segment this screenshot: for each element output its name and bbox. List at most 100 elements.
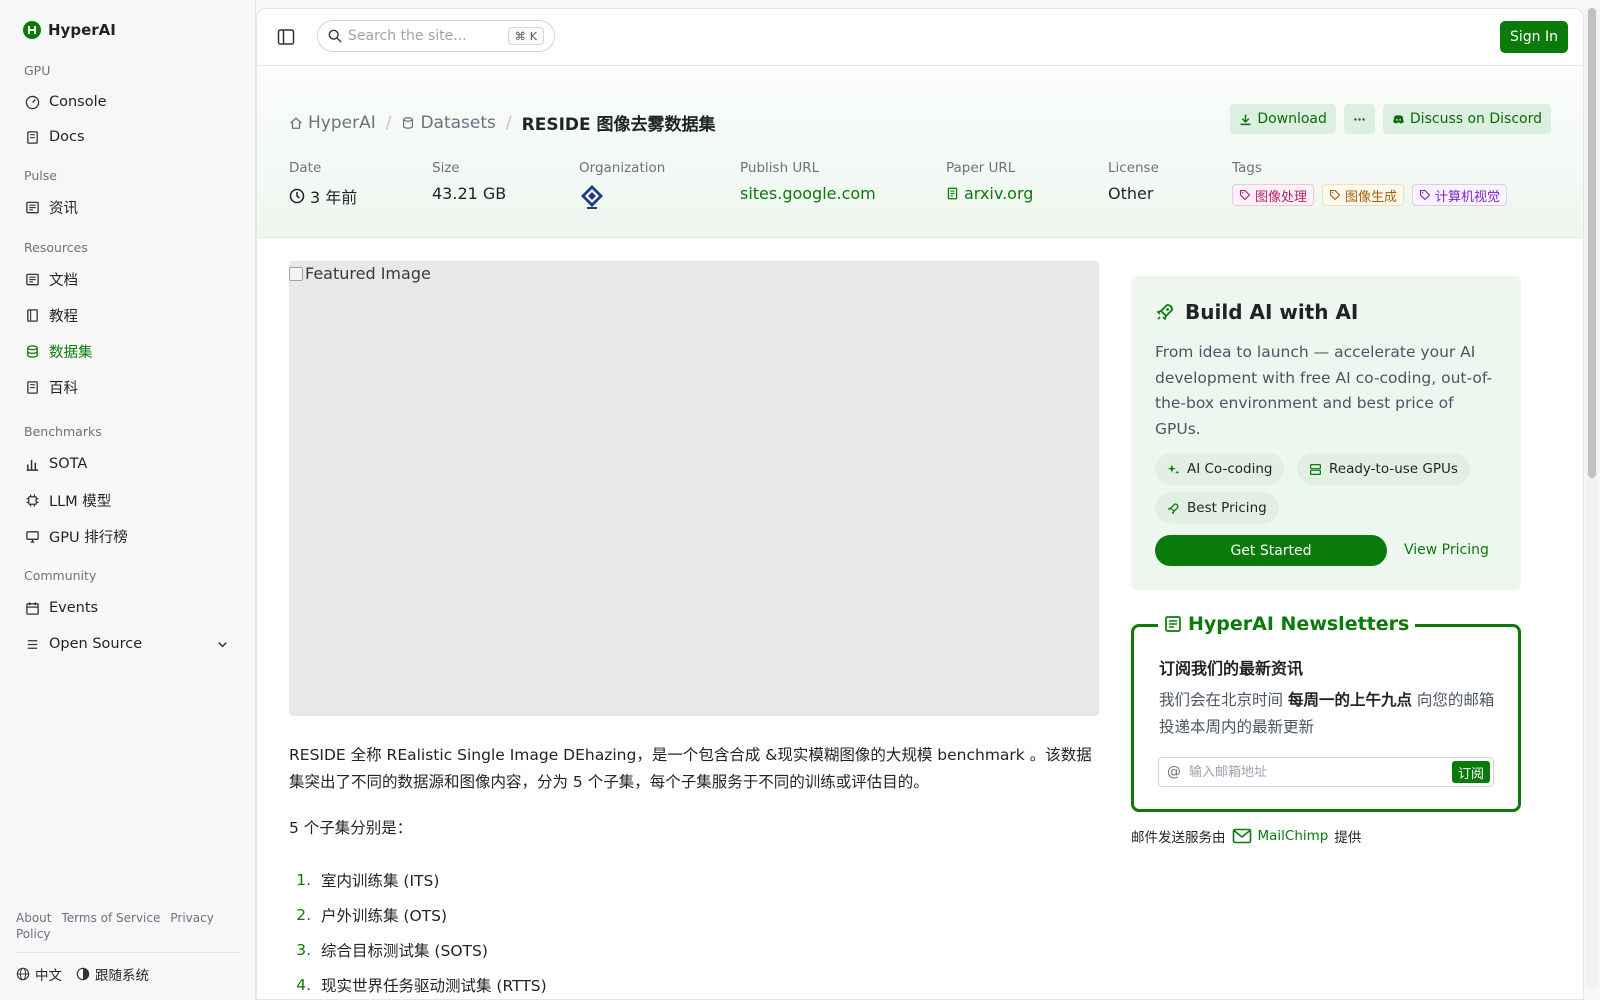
footer-link-about[interactable]: About [16,911,51,925]
globe-icon [16,967,30,981]
tag-label: 计算机视觉 [1435,189,1501,205]
sidebar-item-sota[interactable]: SOTA [16,448,240,480]
email-field[interactable] [1189,764,1439,780]
sidebar-item-label: 教程 [49,308,78,325]
list-item: 2. 户外训练集 (OTS) [289,897,547,932]
download-button[interactable]: Download [1230,104,1336,134]
dataset-description: RESIDE 全称 REalistic Single Image DEhazin… [289,746,1092,791]
sidebar-item-open-source[interactable]: Open Source [16,628,240,660]
meta-paper-link[interactable]: arxiv.org [946,184,1033,203]
get-started-button[interactable]: Get Started [1155,535,1387,566]
main-panel: ⌘K Sign In HyperAI / Datasets / RESIDE 图… [256,8,1584,1000]
book-open-icon [27,308,38,322]
subscribe-button[interactable]: 订阅 [1451,761,1490,783]
sidebar-item-label: LLM 模型 [49,493,112,510]
sidebar-item-datasets[interactable]: 数据集 [16,335,240,367]
meta-paper-value: arxiv.org [964,184,1034,203]
dataset-header: HyperAI / Datasets / RESIDE 图像去雾数据集 Down… [257,66,1583,238]
list-item-text: 现实世界任务驱动测试集 (RTTS) [321,976,547,995]
meta-organization: Organization [579,160,665,210]
meta-paper-url: Paper URL arxiv.org [946,160,1033,203]
page-title: RESIDE 图像去雾数据集 [521,115,716,135]
footer-link-terms[interactable]: Terms of Service [61,911,160,925]
language-label: 中文 [35,968,62,984]
organization-logo-icon[interactable] [579,184,605,210]
theme-switcher[interactable]: 跟随系统 [76,964,149,984]
sidebar-item-llm[interactable]: LLM 模型 [16,484,240,516]
tag-item[interactable]: 图像处理 [1232,184,1315,206]
list-item-text: 户外训练集 (OTS) [321,906,448,925]
meta-tags: Tags 图像处理 图像生成 计算机视觉 [1232,160,1508,206]
sidebar-item-label: 百科 [49,380,78,397]
document-icon [947,187,958,200]
chip-icon [26,493,39,507]
sidebar-item-events[interactable]: Events [16,592,240,624]
at-sign-icon: @ [1167,764,1181,780]
provider-text-before: 邮件发送服务由 [1131,830,1226,846]
meta-publish-link[interactable]: sites.google.com [740,184,876,203]
list-number: 4. [296,975,311,994]
mail-provider-note: 邮件发送服务由 MailChimp 提供 [1131,826,1361,846]
scrollbar-thumb[interactable] [1588,8,1596,478]
tag-icon [1239,189,1251,201]
chevron-down-icon[interactable] [215,637,230,652]
mail-icon [1232,828,1251,844]
nav-section-pulse: Pulse [24,168,57,183]
more-button[interactable] [1343,104,1375,134]
sign-in-button[interactable]: Sign In [1500,21,1568,53]
sidebar-item-wiki[interactable]: 百科 [16,371,240,403]
search-input[interactable] [348,28,508,44]
newspaper-icon [26,201,39,213]
download-label: Download [1257,111,1327,127]
list-number: 3. [296,940,311,959]
brand-logo[interactable]: HyperAI [22,20,116,40]
discord-button[interactable]: Discuss on Discord [1382,104,1551,134]
sidebar-item-news[interactable]: 资讯 [16,191,240,223]
breadcrumb-home[interactable]: HyperAI [289,113,376,133]
meta-size-value: 43.21 GB [432,184,507,203]
nav-section-benchmarks: Benchmarks [24,424,102,439]
search-icon [328,29,342,43]
clock-icon [289,188,305,204]
chip-label: Best Pricing [1187,500,1267,516]
meta-paper-label: Paper URL [946,160,1016,176]
newsletter-text: 我们会在北京时间 每周一的上午九点 向您的邮箱投递本周内的最新更新 [1159,687,1499,741]
topbar: ⌘K Sign In [257,9,1583,66]
sidebar-item-documents[interactable]: 文档 [16,263,240,295]
tag-item[interactable]: 计算机视觉 [1412,184,1508,206]
breadcrumb-datasets[interactable]: Datasets [401,113,496,133]
featured-image: Featured Image [289,261,1099,716]
tag-icon [1419,189,1431,201]
subset-list: 1. 室内训练集 (ITS) 2. 户外训练集 (OTS) 3. 综合目标测试集 (S… [289,862,547,999]
nav-section-gpu: GPU [24,63,51,78]
database-icon [27,344,38,358]
gauge-icon [25,95,40,109]
broken-image-icon [289,266,303,281]
rocket-icon [1167,502,1179,514]
search-box[interactable]: ⌘K [317,20,555,52]
meta-license: License Other [1108,160,1159,203]
newspaper-icon [26,273,39,285]
list-item: 4. 现实世界任务驱动测试集 (RTTS) [289,967,547,999]
meta-org-label: Organization [579,160,666,176]
mailchimp-link[interactable]: MailChimp [1232,828,1328,844]
sidebar-item-gpu-ranking[interactable]: GPU 排行榜 [16,520,240,552]
tag-item[interactable]: 图像生成 [1322,184,1405,206]
breadcrumb-separator: / [385,112,392,133]
sidebar-item-tutorials[interactable]: 教程 [16,299,240,331]
sidebar-item-label: Open Source [49,636,143,652]
sidebar-toggle-icon[interactable] [277,28,295,46]
bar-chart-icon [26,459,39,471]
view-pricing-link[interactable]: View Pricing [1404,542,1489,558]
feature-chip-pricing: Best Pricing [1155,492,1279,524]
language-switcher[interactable]: 中文 [16,964,62,984]
brand-name: HyperAI [48,21,116,39]
app-root: HyperAI GPU Console Docs Pulse 资讯 Resour… [0,0,1600,1000]
calendar-icon [26,601,39,615]
page-scrollbar[interactable] [1586,8,1598,988]
chip-label: Ready-to-use GPUs [1329,461,1458,477]
sidebar-item-docs[interactable]: Docs [16,121,240,153]
sidebar-item-console[interactable]: Console [16,86,240,118]
meta-tags-label: Tags [1232,160,1262,176]
book-icon [27,130,38,144]
